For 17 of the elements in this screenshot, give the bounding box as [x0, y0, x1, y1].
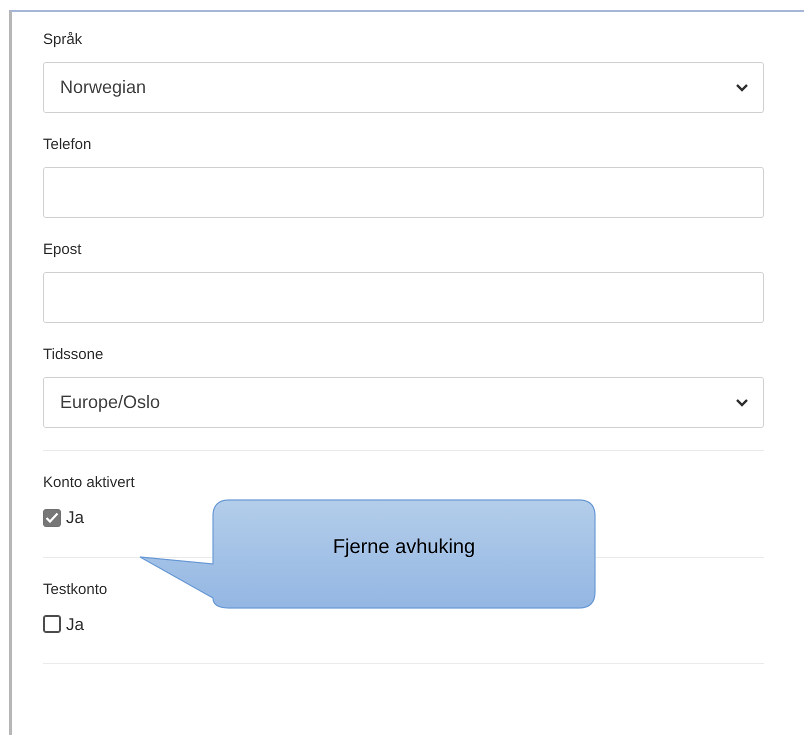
dropdown[interactable]: Norwegian: [43, 62, 764, 113]
field-label: Epost: [43, 240, 82, 260]
field-label: Tidssone: [43, 345, 104, 365]
input-field[interactable]: [43, 167, 764, 218]
checkbox[interactable]: [43, 508, 61, 527]
checkbox-label: Ja: [66, 614, 84, 636]
callout-text: Fjerne avhuking: [332, 535, 476, 560]
chevron-down-icon: [735, 82, 749, 92]
dropdown[interactable]: Europe/Oslo: [43, 377, 764, 428]
checkbox-label: Ja: [66, 507, 84, 529]
input-field[interactable]: [43, 272, 764, 323]
field-label: Telefon: [43, 135, 92, 155]
field-label: Konto aktivert: [43, 473, 135, 493]
chevron-down-icon: [735, 398, 749, 408]
field-label: Testkonto: [43, 580, 108, 600]
checkbox[interactable]: [43, 615, 61, 634]
field-label: Språk: [43, 30, 82, 50]
